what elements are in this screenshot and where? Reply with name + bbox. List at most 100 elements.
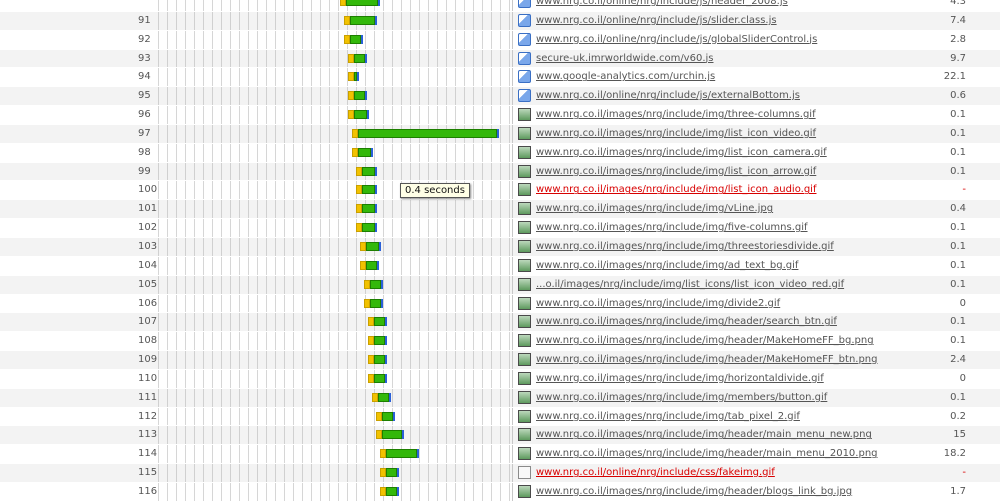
request-url-link[interactable]: www.nrg.co.il/images/nrg/include/img/hea… — [536, 354, 878, 365]
receive-segment — [374, 317, 385, 327]
download-segment — [374, 204, 377, 214]
column-separator — [512, 275, 513, 294]
request-url-link[interactable]: www.nrg.co.il/images/nrg/include/img/hor… — [536, 373, 824, 384]
response-size: 7.4 — [950, 14, 966, 26]
request-row[interactable]: 98 www.nrg.co.il/images/nrg/include/img/l… — [0, 143, 1000, 163]
request-row[interactable]: 103 www.nrg.co.il/images/nrg/include/img/… — [0, 237, 1000, 257]
request-row[interactable]: 101 www.nrg.co.il/images/nrg/include/img/… — [0, 200, 1000, 220]
request-url-link[interactable]: www.nrg.co.il/online/nrg/include/js/slid… — [536, 15, 777, 26]
request-row[interactable]: 91 www.nrg.co.il/online/nrg/include/js/sl… — [0, 11, 1000, 31]
request-row[interactable]: 114 www.nrg.co.il/images/nrg/include/img/… — [0, 445, 1000, 465]
request-url-link[interactable]: secure-uk.imrworldwide.com/v60.js — [536, 53, 714, 64]
request-row[interactable]: 110 www.nrg.co.il/images/nrg/include/img/… — [0, 369, 1000, 389]
timing-bar[interactable] — [368, 317, 387, 327]
request-url-link[interactable]: www.nrg.co.il/images/nrg/include/img/tab… — [536, 411, 800, 422]
request-url-link[interactable]: www.nrg.co.il/online/nrg/include/js/exte… — [536, 90, 800, 101]
request-row[interactable]: 100 www.nrg.co.il/images/nrg/include/img/… — [0, 181, 1000, 201]
request-row[interactable]: 109 www.nrg.co.il/images/nrg/include/img/… — [0, 351, 1000, 370]
timing-bar[interactable] — [356, 166, 377, 176]
timing-bar[interactable] — [348, 53, 367, 63]
timeline-grid — [158, 256, 512, 275]
request-url-link[interactable]: ...o.il/images/nrg/include/img/list_icon… — [536, 279, 844, 290]
timing-bar[interactable] — [352, 147, 373, 157]
download-segment — [380, 279, 383, 289]
timeline-grid — [158, 275, 512, 294]
request-row[interactable]: 96 www.nrg.co.il/images/nrg/include/img/t… — [0, 106, 1000, 125]
request-url-link[interactable]: www.nrg.co.il/images/nrg/include/img/thr… — [536, 241, 834, 252]
script-file-icon — [518, 70, 531, 84]
timing-bar[interactable] — [372, 392, 391, 402]
timing-bar[interactable] — [344, 34, 363, 44]
timing-bar[interactable] — [380, 468, 399, 478]
request-row[interactable]: 93 secure-uk.imrworldwide.com/v60.js 9.7 — [0, 49, 1000, 69]
request-url-link[interactable]: www.nrg.co.il/images/nrg/include/img/lis… — [536, 184, 816, 195]
timing-bar[interactable] — [348, 110, 369, 120]
timing-bar[interactable] — [364, 279, 383, 289]
request-url-link[interactable]: www.nrg.co.il/images/nrg/include/img/fiv… — [536, 222, 808, 233]
request-url-link[interactable]: www.nrg.co.il/images/nrg/include/img/lis… — [536, 128, 816, 139]
download-segment — [370, 147, 373, 157]
request-url-link[interactable]: www.nrg.co.il/images/nrg/include/img/div… — [536, 298, 780, 309]
timing-bar[interactable] — [380, 486, 399, 496]
timing-bar[interactable] — [356, 223, 377, 233]
timing-bar[interactable] — [340, 0, 381, 6]
request-row[interactable]: 102 www.nrg.co.il/images/nrg/include/img/… — [0, 219, 1000, 238]
response-size: 22.1 — [943, 71, 966, 83]
request-url-link[interactable]: www.nrg.co.il/images/nrg/include/img/mem… — [536, 392, 827, 403]
request-url-link[interactable]: www.nrg.co.il/images/nrg/include/img/hea… — [536, 429, 872, 440]
request-url-link[interactable]: www.nrg.co.il/images/nrg/include/img/vLi… — [536, 203, 773, 214]
request-row[interactable]: 104 www.nrg.co.il/images/nrg/include/img/… — [0, 256, 1000, 276]
timing-bar[interactable] — [368, 355, 387, 365]
download-segment — [357, 72, 359, 82]
request-row[interactable]: 116 www.nrg.co.il/images/nrg/include/img/… — [0, 482, 1000, 502]
timing-bar[interactable] — [368, 336, 387, 346]
column-separator — [512, 332, 513, 351]
timeline-grid — [158, 388, 512, 407]
request-row[interactable]: 111 www.nrg.co.il/images/nrg/include/img/… — [0, 388, 1000, 408]
request-row[interactable]: www.nrg.co.il/online/nrg/include/js/head… — [0, 0, 1000, 12]
request-row[interactable]: 94 www.google-analytics.com/urchin.js 22.1 — [0, 68, 1000, 88]
timing-bar[interactable] — [344, 15, 378, 25]
request-row[interactable]: 115 www.nrg.co.il/online/nrg/include/css/… — [0, 464, 1000, 483]
download-segment — [376, 260, 379, 270]
response-size: 0.1 — [950, 146, 966, 158]
request-row[interactable]: 105 ...o.il/images/nrg/include/img/list_i… — [0, 275, 1000, 295]
timing-bar[interactable] — [356, 185, 377, 195]
request-row[interactable]: 95 www.nrg.co.il/online/nrg/include/js/ex… — [0, 87, 1000, 107]
request-url-link[interactable]: www.nrg.co.il/images/nrg/include/img/thr… — [536, 109, 816, 120]
request-url-link[interactable]: www.nrg.co.il/images/nrg/include/img/hea… — [536, 335, 874, 346]
request-url-link[interactable]: www.nrg.co.il/images/nrg/include/img/hea… — [536, 448, 878, 459]
request-row[interactable]: 108 www.nrg.co.il/images/nrg/include/img/… — [0, 332, 1000, 352]
request-row[interactable]: 97 www.nrg.co.il/images/nrg/include/img/l… — [0, 124, 1000, 144]
request-row[interactable]: 106 www.nrg.co.il/images/nrg/include/img/… — [0, 294, 1000, 314]
timing-bar[interactable] — [360, 241, 381, 251]
receive-segment — [362, 185, 375, 195]
receive-segment — [362, 223, 375, 233]
request-row[interactable]: 113 www.nrg.co.il/images/nrg/include/img/… — [0, 426, 1000, 446]
request-url-link[interactable]: www.nrg.co.il/images/nrg/include/img/lis… — [536, 166, 816, 177]
request-row[interactable]: 99 www.nrg.co.il/images/nrg/include/img/l… — [0, 162, 1000, 182]
timing-bar[interactable] — [360, 260, 379, 270]
timing-bar[interactable] — [352, 128, 499, 138]
timing-bar[interactable] — [368, 373, 387, 383]
timing-bar[interactable] — [380, 449, 419, 459]
request-url-link[interactable]: www.nrg.co.il/images/nrg/include/img/lis… — [536, 147, 827, 158]
timeline-grid — [158, 0, 512, 11]
request-url-link[interactable]: www.nrg.co.il/online/nrg/include/css/fak… — [536, 467, 775, 478]
timing-bar[interactable] — [348, 72, 359, 82]
request-row[interactable]: 112 www.nrg.co.il/images/nrg/include/img/… — [0, 407, 1000, 427]
timing-bar[interactable] — [348, 91, 367, 101]
request-url-link[interactable]: www.google-analytics.com/urchin.js — [536, 71, 715, 82]
request-url-link[interactable]: www.nrg.co.il/images/nrg/include/img/ad_… — [536, 260, 798, 271]
request-row[interactable]: 107 www.nrg.co.il/images/nrg/include/img/… — [0, 313, 1000, 333]
request-url-link[interactable]: www.nrg.co.il/images/nrg/include/img/hea… — [536, 486, 852, 497]
timing-bar[interactable] — [376, 430, 404, 440]
request-url-link[interactable]: www.nrg.co.il/online/nrg/include/js/head… — [536, 0, 788, 7]
timing-bar[interactable] — [376, 411, 395, 421]
timing-bar[interactable] — [364, 298, 383, 308]
request-url-link[interactable]: www.nrg.co.il/online/nrg/include/js/glob… — [536, 34, 817, 45]
timing-bar[interactable] — [356, 204, 377, 214]
image-file-icon — [518, 334, 531, 348]
request-url-link[interactable]: www.nrg.co.il/images/nrg/include/img/hea… — [536, 316, 837, 327]
request-row[interactable]: 92 www.nrg.co.il/online/nrg/include/js/gl… — [0, 30, 1000, 50]
